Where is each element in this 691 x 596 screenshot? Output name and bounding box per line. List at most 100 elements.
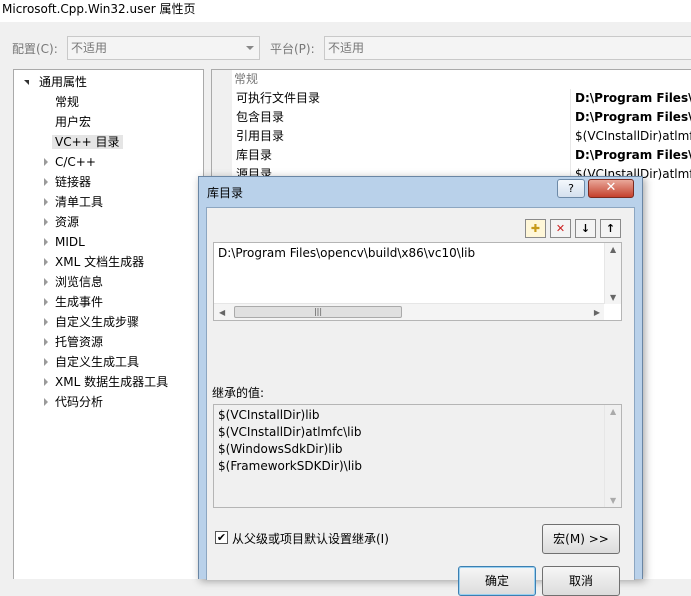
- tree-item-label: VC++ 目录: [52, 135, 123, 149]
- collapsed-arrow-icon[interactable]: [44, 238, 48, 246]
- inherited-value: $(FrameworkSDKDir)\lib: [218, 459, 362, 473]
- property-row[interactable]: 库目录 D:\Program Files\oper: [232, 146, 691, 165]
- arrow-down-icon: ↓: [580, 222, 591, 235]
- expanded-arrow-icon: [24, 80, 29, 85]
- delete-line-button[interactable]: ✕: [550, 219, 571, 238]
- config-combo[interactable]: 不适用: [67, 36, 260, 60]
- platform-combo[interactable]: 不适用: [324, 36, 691, 60]
- move-up-button[interactable]: ↑: [600, 219, 621, 238]
- property-row[interactable]: 引用目录 $(VCInstallDir)atlmfc\lib;: [232, 127, 691, 146]
- delete-icon: ✕: [555, 222, 566, 235]
- collapsed-arrow-icon[interactable]: [44, 338, 48, 346]
- new-line-button[interactable]: ✚: [525, 219, 546, 238]
- ok-button[interactable]: 确定: [458, 566, 536, 596]
- config-row: 配置(C): 不适用 平台(P): 不适用: [0, 32, 691, 64]
- tree-item[interactable]: XML 数据生成器工具: [44, 372, 171, 392]
- platform-value: 不适用: [328, 41, 365, 55]
- inherited-value: $(VCInstallDir)lib: [218, 408, 320, 422]
- tree-root-label: 通用属性: [39, 75, 88, 89]
- tree-item[interactable]: 自定义生成工具: [44, 352, 142, 372]
- tree-item[interactable]: 生成事件: [44, 292, 106, 312]
- collapsed-arrow-icon[interactable]: [44, 358, 48, 366]
- platform-label: 平台(P):: [270, 42, 315, 56]
- tree-item[interactable]: 自定义生成步骤: [44, 312, 142, 332]
- tree-item-label: 生成事件: [55, 295, 104, 309]
- dialog-client: ✚ ✕ ↓ ↑ D:\Program Files\opencv\build\x8…: [206, 207, 635, 596]
- tree-item-label: 自定义生成步骤: [55, 315, 140, 329]
- dialog-title: 库目录: [207, 186, 244, 200]
- tree-item-label: 自定义生成工具: [55, 355, 140, 369]
- scroll-up-icon[interactable]: ▲: [610, 245, 616, 254]
- inherited-scrollbar[interactable]: ▲ ▼: [604, 405, 621, 507]
- tree-item-label: XML 数据生成器工具: [55, 375, 169, 389]
- tree-item[interactable]: MIDL: [44, 232, 88, 252]
- tree-item[interactable]: 资源: [44, 212, 82, 232]
- inherit-checkbox-label[interactable]: 从父级或项目默认设置继承(I): [232, 530, 389, 547]
- tree-item-label: 清单工具: [55, 195, 104, 209]
- inherited-values-label: 继承的值:: [212, 386, 265, 400]
- tree-item[interactable]: 常规: [52, 92, 82, 112]
- inherited-value: $(VCInstallDir)atlmfc\lib: [218, 425, 362, 439]
- checkmark-icon: ✔: [216, 531, 227, 544]
- inherited-values-list: $(VCInstallDir)lib $(VCInstallDir)atlmfc\…: [213, 404, 622, 508]
- tree-item-label: C/C++: [55, 155, 96, 169]
- collapsed-arrow-icon[interactable]: [44, 258, 48, 266]
- collapsed-arrow-icon[interactable]: [44, 158, 48, 166]
- collapsed-arrow-icon[interactable]: [44, 198, 48, 206]
- tree-item[interactable]: 用户宏: [52, 112, 94, 132]
- directory-entry[interactable]: D:\Program Files\opencv\build\x86\vc10\l…: [218, 246, 475, 260]
- collapsed-arrow-icon[interactable]: [44, 178, 48, 186]
- tree-item-label: 链接器: [55, 175, 92, 189]
- cancel-button[interactable]: 取消: [542, 566, 620, 596]
- property-value: $(VCInstallDir)atlmfc\lib;: [575, 129, 691, 143]
- help-button[interactable]: ?: [557, 179, 585, 198]
- collapsed-arrow-icon[interactable]: [44, 278, 48, 286]
- tree-item[interactable]: 浏览信息: [44, 272, 106, 292]
- tree-item[interactable]: 清单工具: [44, 192, 106, 212]
- close-icon: ✕: [605, 180, 617, 195]
- horizontal-scrollbar[interactable]: ◀ ||| ▶: [214, 303, 604, 320]
- property-name: 库目录: [236, 148, 273, 162]
- arrow-up-icon: ↑: [605, 222, 616, 235]
- tree-item[interactable]: 托管资源: [44, 332, 106, 352]
- collapsed-arrow-icon[interactable]: [44, 218, 48, 226]
- scroll-down-icon[interactable]: ▼: [610, 496, 616, 505]
- scroll-up-icon[interactable]: ▲: [610, 407, 616, 416]
- collapsed-arrow-icon[interactable]: [44, 298, 48, 306]
- directory-list[interactable]: D:\Program Files\opencv\build\x86\vc10\l…: [213, 242, 622, 321]
- collapsed-arrow-icon[interactable]: [44, 318, 48, 326]
- section-title: 常规: [234, 72, 259, 86]
- scroll-down-icon[interactable]: ▼: [610, 293, 616, 302]
- property-row[interactable]: 包含目录 D:\Program Files\oper: [232, 108, 691, 127]
- property-name: 引用目录: [236, 129, 285, 143]
- inherited-value: $(WindowsSdkDir)lib: [218, 442, 343, 456]
- column-divider: [570, 89, 571, 108]
- property-value: D:\Program Files\oper: [575, 91, 691, 105]
- scroll-left-icon[interactable]: ◀: [219, 308, 225, 317]
- macros-button[interactable]: 宏(M) >>: [542, 524, 620, 554]
- tree-item[interactable]: C/C++: [44, 152, 99, 172]
- tree-item[interactable]: XML 文档生成器: [44, 252, 147, 272]
- tree-item-label: XML 文档生成器: [55, 255, 145, 269]
- move-down-button[interactable]: ↓: [575, 219, 596, 238]
- collapsed-arrow-icon[interactable]: [44, 378, 48, 386]
- tree-item[interactable]: 链接器: [44, 172, 94, 192]
- vertical-scrollbar[interactable]: ▲ ▼: [604, 243, 621, 304]
- scroll-right-icon[interactable]: ▶: [594, 308, 600, 317]
- tree-root[interactable]: 通用属性: [22, 72, 90, 92]
- property-row[interactable]: 可执行文件目录 D:\Program Files\oper: [232, 89, 691, 108]
- column-divider: [570, 127, 571, 146]
- section-header[interactable]: 常规: [212, 70, 691, 89]
- scroll-thumb[interactable]: |||: [234, 306, 402, 318]
- tree-item-label: 资源: [55, 215, 80, 229]
- inherit-checkbox[interactable]: ✔: [215, 531, 228, 544]
- collapsed-arrow-icon[interactable]: [44, 398, 48, 406]
- tree-item[interactable]: VC++ 目录: [52, 132, 123, 152]
- config-label: 配置(C):: [12, 42, 58, 56]
- column-divider: [570, 146, 571, 165]
- property-name: 可执行文件目录: [236, 91, 321, 105]
- tree-item-label: MIDL: [55, 235, 85, 249]
- tree-item-label: 托管资源: [55, 335, 104, 349]
- close-button[interactable]: ✕: [588, 179, 634, 198]
- tree-item[interactable]: 代码分析: [44, 392, 106, 412]
